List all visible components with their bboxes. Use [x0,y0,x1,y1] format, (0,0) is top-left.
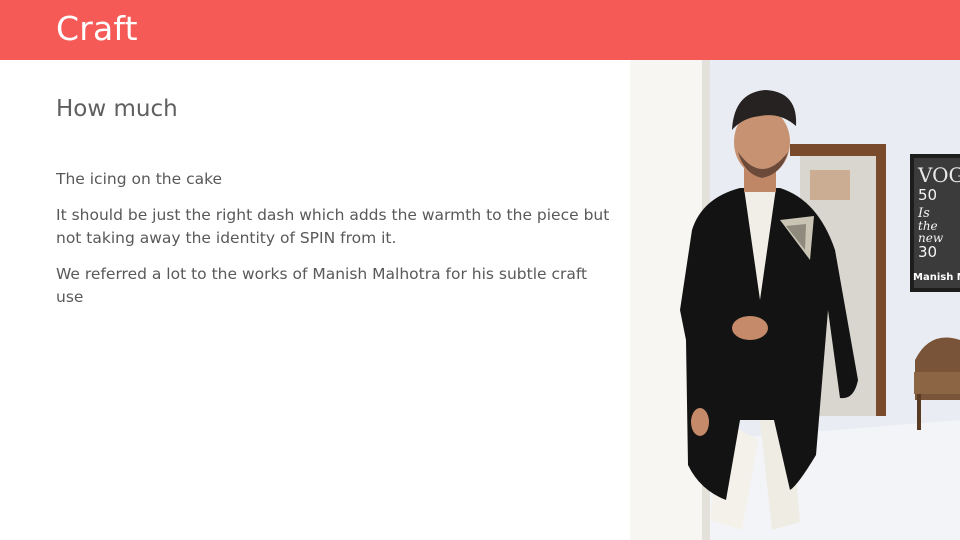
svg-text:30: 30 [918,243,937,261]
slide-title: Craft [56,9,138,48]
paragraph-3: We referred a lot to the works of Manish… [56,265,588,306]
slide-body: The icing on the cake It should be just … [56,168,616,322]
title-bar: Craft [0,0,960,60]
svg-text:50: 50 [918,186,937,204]
poster-text: VOG [917,163,960,187]
paragraph-2: It should be just the right dash which a… [56,206,610,247]
designer-photo: VOG 50 Is the new 30 Manish M [630,60,960,540]
slide-subtitle: How much [56,96,178,122]
paragraph-1: The icing on the cake [56,170,223,188]
svg-text:Manish M: Manish M [913,272,960,283]
